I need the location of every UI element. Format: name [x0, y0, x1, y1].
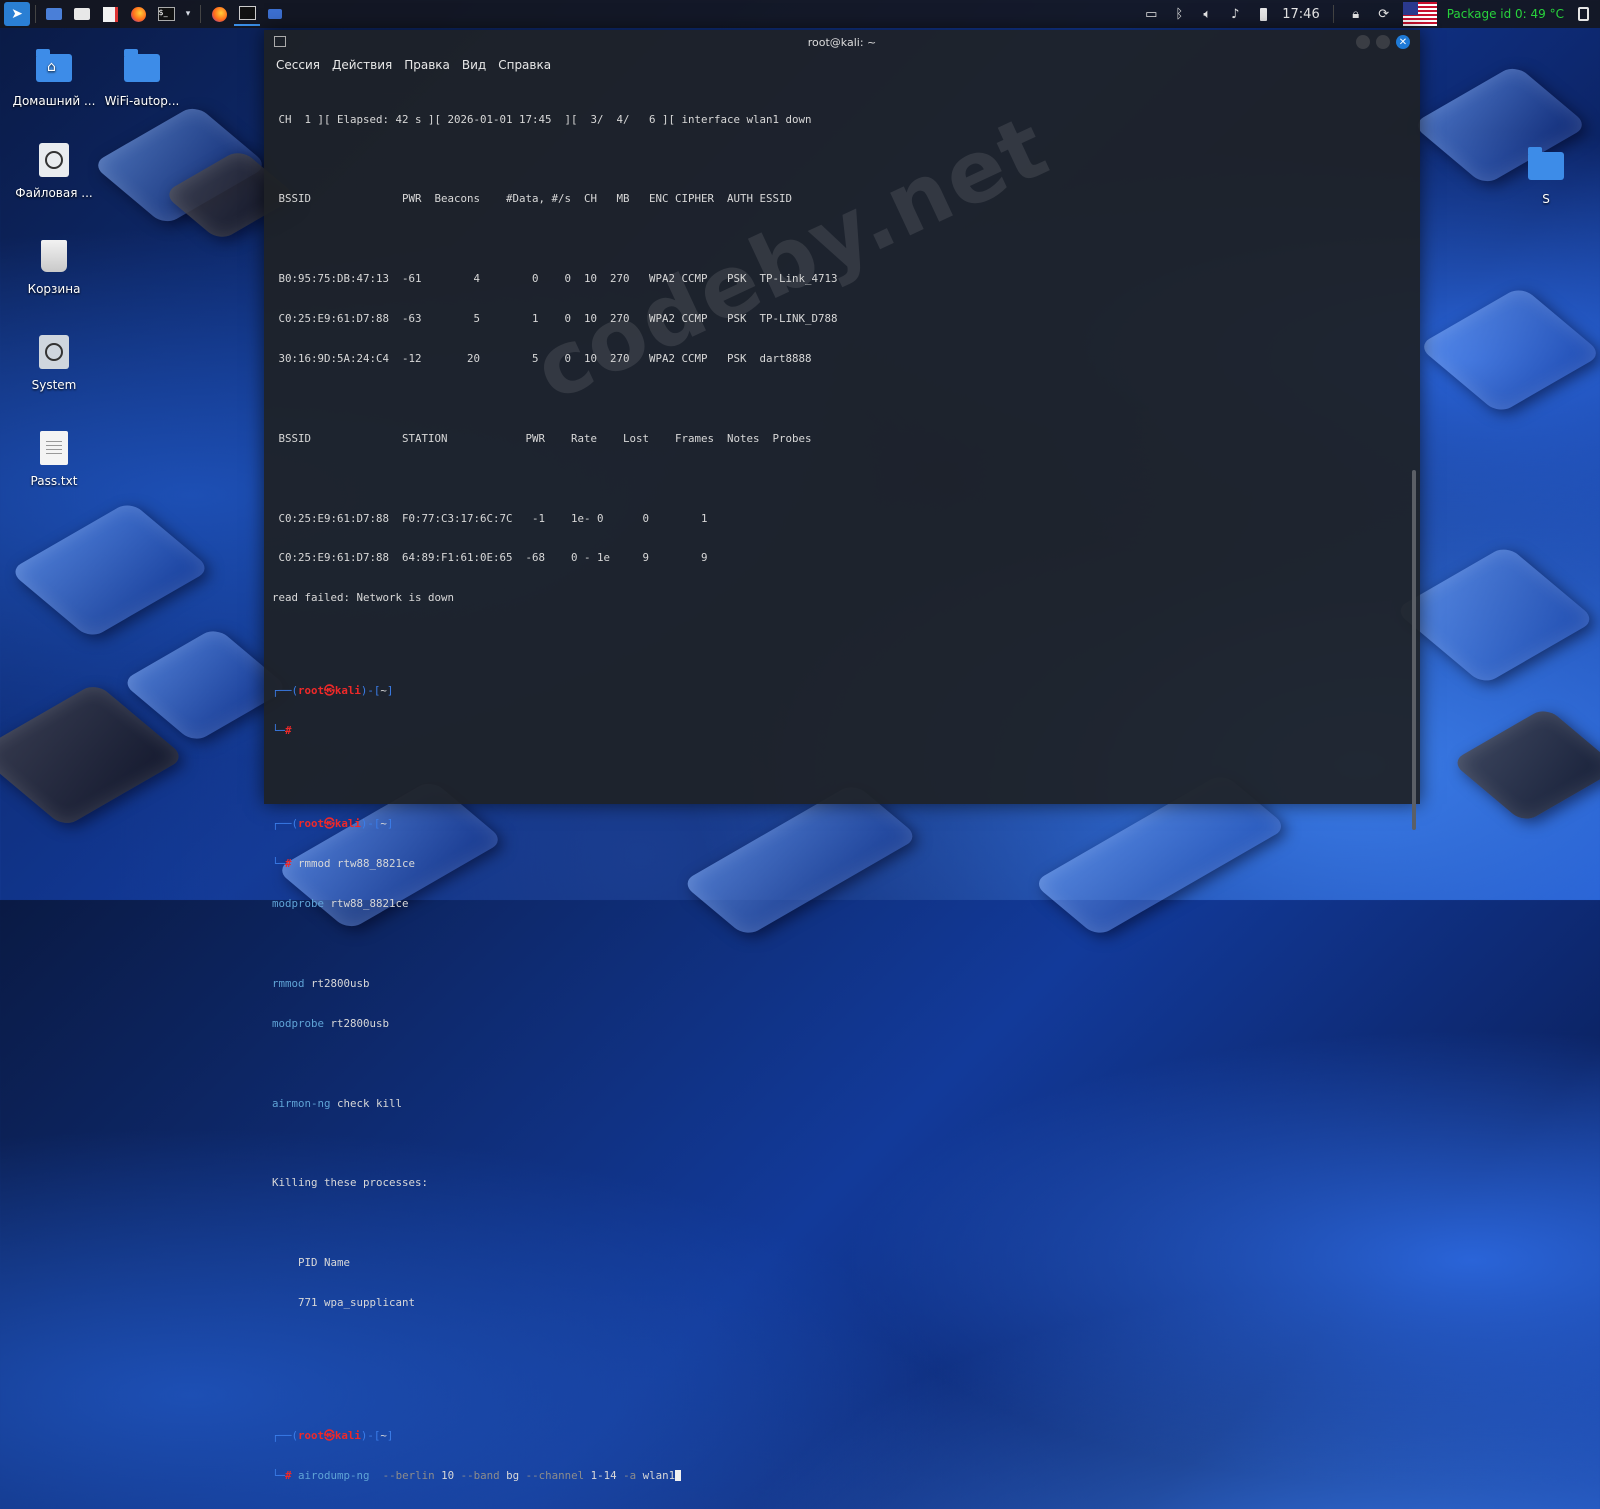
cpu-temperature: Package id 0: 49 °C — [1446, 7, 1564, 21]
prompt-user: root㉿kali — [298, 1428, 361, 1442]
desktop-icon-filesystem[interactable]: Файловая ... — [8, 140, 100, 200]
desktop-icon-label: Домашний ... — [12, 94, 96, 108]
desktop-icon-label: Файловая ... — [15, 186, 93, 200]
menu-session[interactable]: Сессия — [276, 58, 320, 72]
prompt-user: root㉿kali — [298, 817, 361, 831]
menu-view[interactable]: Вид — [462, 58, 486, 72]
text-cursor — [675, 1470, 682, 1482]
desktop-icon-label: Pass.txt — [30, 474, 78, 488]
airodump-status-line: CH 1 ][ Elapsed: 42 s ][ 2026-01-01 17:4… — [272, 112, 812, 126]
scrollbar[interactable] — [1412, 470, 1416, 830]
desktop-icon-home[interactable]: ⌂ Домашний ... — [8, 48, 100, 108]
panel-separator — [1332, 5, 1334, 23]
desktop-icon-label: System — [31, 378, 77, 392]
terminal-icon[interactable] — [234, 2, 260, 26]
refresh-icon[interactable]: ⟳ — [1375, 5, 1393, 23]
menu-edit[interactable]: Правка — [404, 58, 450, 72]
command-arg: -a — [616, 1468, 637, 1482]
terminal-icon[interactable]: $_ — [153, 2, 179, 26]
top-panel: ➤ $_ ▾ ▭ ᛒ 🔈︎ ♪ 17:46 🔒︎ ⟳ Package id 0:… — [0, 0, 1600, 28]
bluetooth-icon[interactable]: ᛒ — [1170, 5, 1188, 23]
command-tool: airodump-ng — [298, 1468, 370, 1482]
firefox-icon[interactable] — [125, 2, 151, 26]
window-icon[interactable] — [274, 36, 286, 47]
close-button[interactable]: ✕ — [1396, 35, 1410, 49]
output-line: modprobe rtw88_8821ce — [272, 897, 409, 911]
lock-icon[interactable]: 🔒︎ — [1347, 5, 1365, 23]
text-file-icon — [34, 428, 74, 468]
display-icon[interactable]: ▭ — [1142, 5, 1160, 23]
output-line: rmmod rt2800usb — [272, 976, 370, 990]
station-row: C0:25:E9:61:D7:88 64:89:F1:61:0E:65 -68 … — [272, 551, 708, 565]
desktop-icon-label: Корзина — [27, 282, 81, 296]
command-arg: --channel — [519, 1468, 585, 1482]
command-arg: wlan1 — [636, 1468, 676, 1482]
drive-icon — [34, 332, 74, 372]
desktop-icon-pass-txt[interactable]: Pass.txt — [8, 428, 100, 488]
desktop-icon-system[interactable]: System — [8, 332, 100, 392]
us-flag-icon[interactable] — [1402, 2, 1437, 26]
command-arg: --band — [454, 1468, 500, 1482]
text-editor-icon[interactable] — [97, 2, 123, 26]
folder-icon — [122, 48, 162, 88]
terminal-window[interactable]: root@kali: ~ ✕ Сессия Действия Правка Ви… — [264, 30, 1420, 1482]
desktop-icon-trash[interactable]: Корзина — [8, 236, 100, 296]
maximize-button[interactable] — [1376, 35, 1390, 49]
clock[interactable]: 17:46 — [1282, 7, 1319, 22]
notification-bell-icon[interactable]: ♪ — [1226, 5, 1244, 23]
clipboard-icon[interactable] — [1574, 5, 1592, 23]
command-arg: --berlin — [369, 1468, 435, 1482]
ap-row: 30:16:9D:5A:24:C4 -12 20 5 0 10 270 WPA2… — [272, 351, 812, 365]
drive-icon — [34, 140, 74, 180]
prompt-line: ┌──(root㉿kali)-[~] — [272, 1428, 394, 1442]
files-icon[interactable] — [69, 2, 95, 26]
output-line: PID Name — [272, 1256, 351, 1270]
command-text: rmmod rtw88_8821ce — [298, 857, 416, 871]
ap-row: C0:25:E9:61:D7:88 -63 5 1 0 10 270 WPA2 … — [272, 312, 838, 326]
panel-separator — [200, 5, 201, 23]
station-table-header: BSSID STATION PWR Rate Lost Frames Notes… — [272, 431, 812, 445]
workspace-icon[interactable] — [262, 2, 288, 26]
prompt-line: ┌──(root㉿kali)-[~] — [272, 684, 394, 698]
menu-bar: Сессия Действия Правка Вид Справка — [264, 54, 1420, 76]
desktop-icon-wifi-autop[interactable]: WiFi-autop... — [96, 48, 188, 108]
desktop-icon-label: WiFi-autop... — [104, 94, 180, 108]
command-arg: bg — [499, 1468, 520, 1482]
minimize-button[interactable] — [1356, 35, 1370, 49]
prompt-line: ┌──(root㉿kali)-[~] — [272, 817, 394, 831]
menu-help[interactable]: Справка — [498, 58, 551, 72]
output-line: modprobe rt2800usb — [272, 1016, 390, 1030]
show-desktop-icon[interactable] — [41, 2, 67, 26]
kali-menu-icon[interactable]: ➤ — [4, 2, 30, 26]
command-arg: 10 — [434, 1468, 455, 1482]
title-bar[interactable]: root@kali: ~ ✕ — [264, 30, 1420, 54]
command-arg: 1-14 — [584, 1468, 617, 1482]
firefox-icon[interactable] — [206, 2, 232, 26]
menu-actions[interactable]: Действия — [332, 58, 392, 72]
desktop-icon-s[interactable]: S — [1500, 146, 1592, 206]
window-title: root@kali: ~ — [807, 35, 877, 49]
battery-icon[interactable] — [1254, 5, 1272, 23]
folder-icon — [1526, 146, 1566, 186]
station-row: C0:25:E9:61:D7:88 F0:77:C3:17:6C:7C -1 1… — [272, 511, 708, 525]
command-line-input[interactable]: └─# airodump-ng --berlin 10 --band bg --… — [272, 1469, 1406, 1482]
output-line: airmon-ng check kill — [272, 1096, 403, 1110]
error-line: read failed: Network is down — [272, 591, 455, 605]
prompt-user: root㉿kali — [298, 684, 361, 698]
home-folder-icon: ⌂ — [34, 48, 74, 88]
trash-icon — [34, 236, 74, 276]
dropdown-icon[interactable]: ▾ — [181, 2, 195, 26]
desktop-icon-label: S — [1542, 192, 1550, 206]
output-line: Killing these processes: — [272, 1176, 429, 1190]
panel-separator — [35, 5, 36, 23]
output-line: 771 wpa_supplicant — [272, 1296, 416, 1310]
volume-icon[interactable]: 🔈︎ — [1198, 5, 1216, 23]
